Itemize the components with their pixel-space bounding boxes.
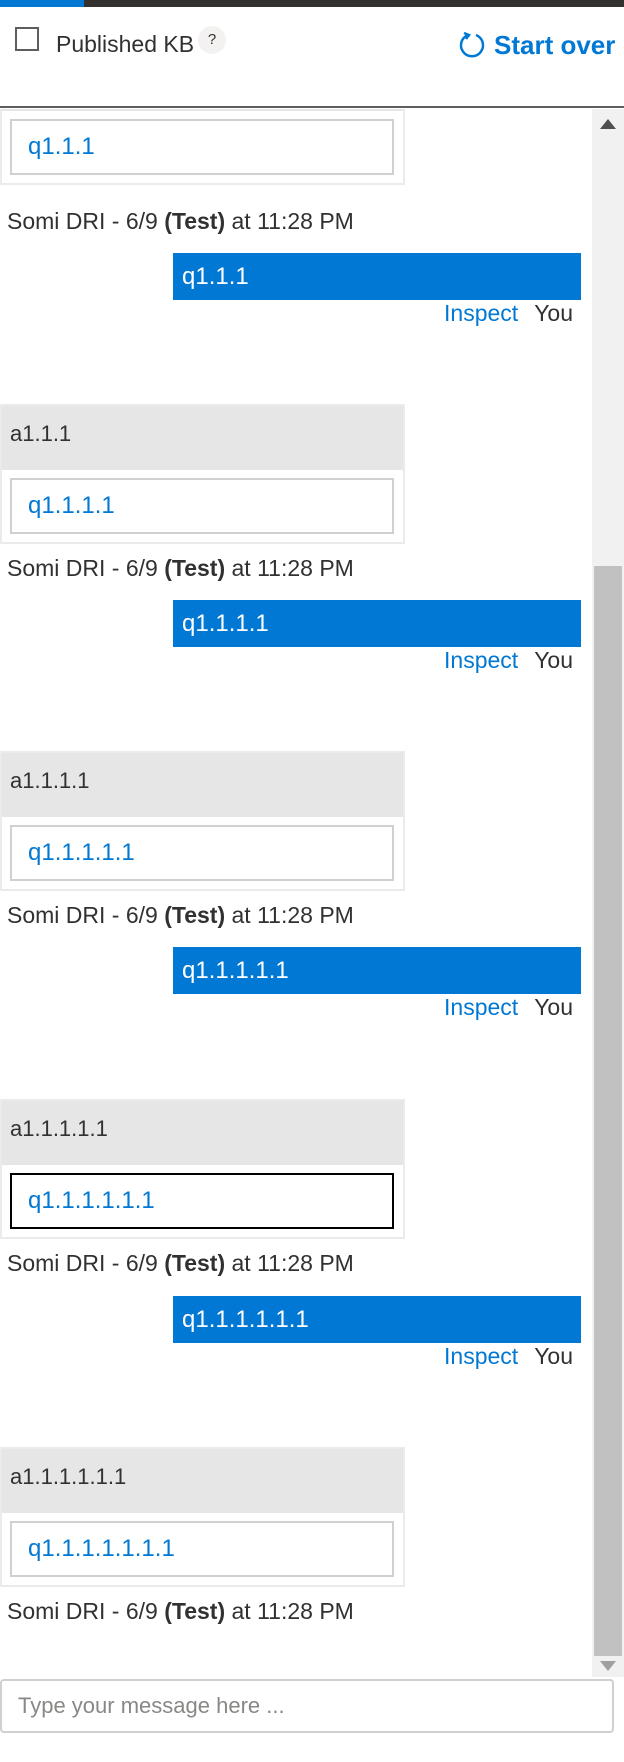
user-message: q1.1.1.1.1.1 bbox=[173, 1296, 581, 1343]
suggested-question-button[interactable]: q1.1.1.1.1 bbox=[10, 825, 394, 881]
sender-label: You bbox=[534, 994, 573, 1020]
conversation-pane: q1.1.1 Somi DRI - 6/9 (Test) at 11:28 PM… bbox=[0, 109, 592, 1677]
bot-message: q1.1.1 bbox=[0, 109, 405, 185]
active-tab-indicator bbox=[0, 0, 84, 7]
sender-label: You bbox=[534, 647, 573, 673]
start-over-button[interactable]: Start over bbox=[458, 28, 615, 62]
bot-message-text: a1.1.1.1.1 bbox=[2, 1101, 403, 1165]
scroll-down-arrow-icon[interactable] bbox=[600, 1661, 616, 1671]
suggested-question-button[interactable]: q1.1.1.1.1.1 bbox=[10, 1173, 394, 1229]
bot-message: a1.1.1.1 q1.1.1.1.1 bbox=[0, 751, 405, 891]
chat-header: Published KB ? Start over bbox=[0, 7, 624, 108]
bot-message-text bbox=[2, 109, 403, 111]
inspect-link[interactable]: Inspect bbox=[444, 300, 518, 326]
bot-message: a1.1.1.1.1.1 q1.1.1.1.1.1.1 bbox=[0, 1447, 405, 1587]
bot-message-meta: Somi DRI - 6/9 (Test) at 11:28 PM bbox=[7, 1598, 354, 1624]
published-kb-label: Published KB bbox=[56, 31, 195, 57]
refresh-icon bbox=[459, 31, 485, 58]
sender-label: You bbox=[534, 300, 573, 326]
scroll-up-arrow-icon[interactable] bbox=[600, 119, 616, 129]
message-input[interactable]: Type your message here ... bbox=[0, 1679, 614, 1733]
user-message-meta: Inspect You bbox=[444, 647, 573, 674]
bot-message-text: a1.1.1.1 bbox=[2, 753, 403, 817]
inspect-link[interactable]: Inspect bbox=[444, 994, 518, 1020]
vertical-scrollbar[interactable] bbox=[592, 109, 624, 1677]
user-message-meta: Inspect You bbox=[444, 994, 573, 1021]
start-over-label: Start over bbox=[494, 29, 616, 60]
suggested-question-button[interactable]: q1.1.1.1 bbox=[10, 478, 394, 534]
help-icon[interactable]: ? bbox=[198, 26, 226, 54]
bot-message: a1.1.1 q1.1.1.1 bbox=[0, 404, 405, 544]
top-border bbox=[0, 0, 624, 7]
bot-message-meta: Somi DRI - 6/9 (Test) at 11:28 PM bbox=[7, 555, 354, 581]
sender-label: You bbox=[534, 1343, 573, 1369]
user-message-meta: Inspect You bbox=[444, 1343, 573, 1370]
published-kb-checkbox[interactable] bbox=[15, 27, 39, 51]
scrollbar-thumb[interactable] bbox=[594, 566, 622, 1656]
bot-message-meta: Somi DRI - 6/9 (Test) at 11:28 PM bbox=[7, 208, 354, 234]
user-message-meta: Inspect You bbox=[444, 300, 573, 327]
suggested-question-button[interactable]: q1.1.1.1.1.1.1 bbox=[10, 1521, 394, 1577]
user-message: q1.1.1.1 bbox=[173, 600, 581, 647]
bot-message-text: a1.1.1 bbox=[2, 406, 403, 470]
user-message: q1.1.1.1.1 bbox=[173, 947, 581, 994]
bot-message-meta: Somi DRI - 6/9 (Test) at 11:28 PM bbox=[7, 902, 354, 928]
bot-message-meta: Somi DRI - 6/9 (Test) at 11:28 PM bbox=[7, 1250, 354, 1276]
inspect-link[interactable]: Inspect bbox=[444, 647, 518, 673]
bot-message-text: a1.1.1.1.1.1 bbox=[2, 1449, 403, 1513]
suggested-question-button[interactable]: q1.1.1 bbox=[10, 119, 394, 175]
user-message: q1.1.1 bbox=[173, 253, 581, 300]
bot-message: a1.1.1.1.1 q1.1.1.1.1.1 bbox=[0, 1099, 405, 1239]
inspect-link[interactable]: Inspect bbox=[444, 1343, 518, 1369]
